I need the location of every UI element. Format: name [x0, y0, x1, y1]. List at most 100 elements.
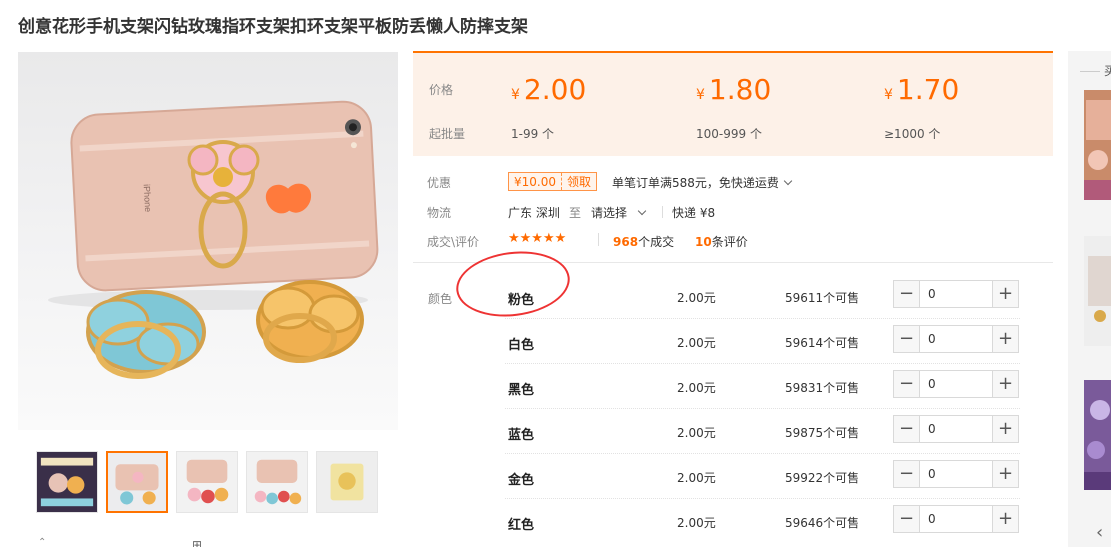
rail-heading-line — [1080, 71, 1100, 72]
price-tier-1: ¥2.00 — [511, 73, 586, 106]
rail-prev-arrow[interactable]: ‹ — [1096, 522, 1103, 543]
sku-stock: 59922个可售 — [785, 471, 860, 485]
tier-price: 1.80 — [708, 73, 772, 106]
offer-dropdown[interactable]: 单笔订单满588元，免快递运费 — [612, 174, 793, 191]
sku-color-name: 金色 — [508, 473, 535, 488]
rail-product-image-3[interactable] — [1084, 380, 1111, 490]
quantity-stepper: − 0 + — [893, 415, 1019, 443]
sku-stock: 59611个可售 — [785, 291, 860, 305]
divider — [598, 233, 599, 246]
sku-color-name: 红色 — [508, 518, 535, 533]
sku-stock: 59646个可售 — [785, 516, 860, 530]
quantity-stepper: − 0 + — [893, 505, 1019, 533]
sku-price: 2.00元 — [677, 291, 716, 305]
grid-icon[interactable]: ⊞ — [192, 538, 202, 547]
color-label: 颜色 — [428, 292, 453, 306]
quantity-stepper: − 0 + — [893, 280, 1019, 308]
sku-row: 红色 2.00元 59646个可售 − 0 + — [505, 499, 1020, 544]
collapse-icon[interactable]: ⌃ — [38, 537, 46, 547]
shipping-fee: 快递 ¥8 — [672, 206, 716, 220]
decrement-button[interactable]: − — [894, 281, 920, 307]
rail-product-image-1[interactable] — [1084, 90, 1111, 200]
quantity-input[interactable]: 0 — [920, 326, 992, 352]
thumbnail-4[interactable] — [246, 451, 308, 513]
thumbnail-3[interactable] — [176, 451, 238, 513]
sku-price: 2.00元 — [677, 381, 716, 395]
reviews-suffix: 条评价 — [711, 235, 748, 249]
deals-count: 968 — [613, 235, 639, 249]
decrement-button[interactable]: − — [894, 416, 920, 442]
decrement-button[interactable]: − — [894, 326, 920, 352]
increment-button[interactable]: + — [992, 326, 1018, 352]
sku-price: 2.00元 — [677, 516, 716, 530]
chevron-down-icon — [637, 206, 647, 216]
sku-stock: 59831个可售 — [785, 381, 860, 395]
reviews-count: 10 — [695, 235, 712, 249]
quantity-input[interactable]: 0 — [920, 371, 992, 397]
divider — [662, 206, 663, 218]
price-label: 价格 — [429, 83, 454, 97]
sku-color-name: 黑色 — [508, 383, 535, 398]
origin-text: 广东 深圳 — [508, 206, 560, 220]
coupon-claim-button[interactable]: 领取 — [561, 173, 596, 190]
offer-text: 单笔订单满588元，免快递运费 — [612, 176, 779, 190]
increment-button[interactable]: + — [992, 371, 1018, 397]
sku-color-name: 白色 — [508, 338, 535, 353]
coupon-value: ¥10.00 — [514, 175, 556, 189]
reviews-link[interactable]: 10条评价 — [695, 233, 748, 250]
rail-heading: 买 — [1104, 64, 1111, 78]
quantity-stepper: − 0 + — [893, 325, 1019, 353]
increment-button[interactable]: + — [992, 281, 1018, 307]
coupon-badge[interactable]: ¥10.00 领取 — [508, 172, 598, 191]
logistics-label: 物流 — [427, 206, 452, 220]
decrement-button[interactable]: − — [894, 461, 920, 487]
to-text: 至 — [569, 206, 582, 220]
quantity-input[interactable]: 0 — [920, 281, 992, 307]
tier-range-2: 100-999 个 — [696, 127, 762, 141]
tier-range-3: ≥1000 个 — [884, 127, 941, 141]
increment-button[interactable]: + — [992, 506, 1018, 532]
quantity-stepper: − 0 + — [893, 460, 1019, 488]
sku-row: 黑色 2.00元 59831个可售 − 0 + — [505, 364, 1020, 409]
sku-row: 蓝色 2.00元 59875个可售 − 0 + — [505, 409, 1020, 454]
destination-value: 请选择 — [591, 206, 628, 220]
thumbnail-strip — [36, 451, 378, 513]
quantity-input[interactable]: 0 — [920, 461, 992, 487]
phone-logo-text: iPhone — [142, 184, 153, 213]
currency-symbol: ¥ — [884, 87, 893, 103]
gold-ring-holder — [256, 280, 364, 363]
quantity-input[interactable]: 0 — [920, 416, 992, 442]
sku-row: 金色 2.00元 59922个可售 − 0 + — [505, 454, 1020, 499]
product-photo: iPhone — [48, 100, 379, 379]
decrement-button[interactable]: − — [894, 371, 920, 397]
sku-stock: 59614个可售 — [785, 336, 860, 350]
chevron-down-icon — [783, 176, 793, 186]
rating-label: 成交\评价 — [427, 235, 480, 249]
sku-price: 2.00元 — [677, 426, 716, 440]
decrement-button[interactable]: − — [894, 506, 920, 532]
thumbnail-5[interactable] — [316, 451, 378, 513]
product-page: 创意花形手机支架闪钻玫瑰指环支架扣环支架平板防丢懒人防摔支架 iPhone ⌃ … — [0, 0, 1111, 547]
rail-product-image-2[interactable] — [1084, 236, 1111, 346]
star-rating: ★★★★★ — [508, 231, 567, 246]
moq-label: 起批量 — [429, 127, 466, 141]
blue-ring-holder — [86, 290, 206, 379]
tier-price: 2.00 — [523, 73, 587, 106]
price-panel: 价格 起批量 ¥2.00 ¥1.80 ¥1.70 1-99 个 100-999 … — [413, 51, 1053, 156]
increment-button[interactable]: + — [992, 416, 1018, 442]
destination-select[interactable]: 请选择 — [591, 204, 647, 221]
sku-row: 白色 2.00元 59614个可售 − 0 + — [505, 319, 1020, 364]
quantity-input[interactable]: 0 — [920, 506, 992, 532]
price-tier-2: ¥1.80 — [696, 73, 771, 106]
sku-color-name: 蓝色 — [508, 428, 535, 443]
currency-symbol: ¥ — [696, 87, 705, 103]
sku-stock: 59875个可售 — [785, 426, 860, 440]
currency-symbol: ¥ — [511, 87, 520, 103]
price-tier-3: ¥1.70 — [884, 73, 959, 106]
increment-button[interactable]: + — [992, 461, 1018, 487]
thumbnail-1[interactable] — [36, 451, 98, 513]
thumbnail-2[interactable] — [106, 451, 168, 513]
deals-link[interactable]: 968个成交 — [613, 233, 674, 250]
sku-price: 2.00元 — [677, 471, 716, 485]
main-product-image[interactable]: iPhone — [18, 52, 398, 430]
